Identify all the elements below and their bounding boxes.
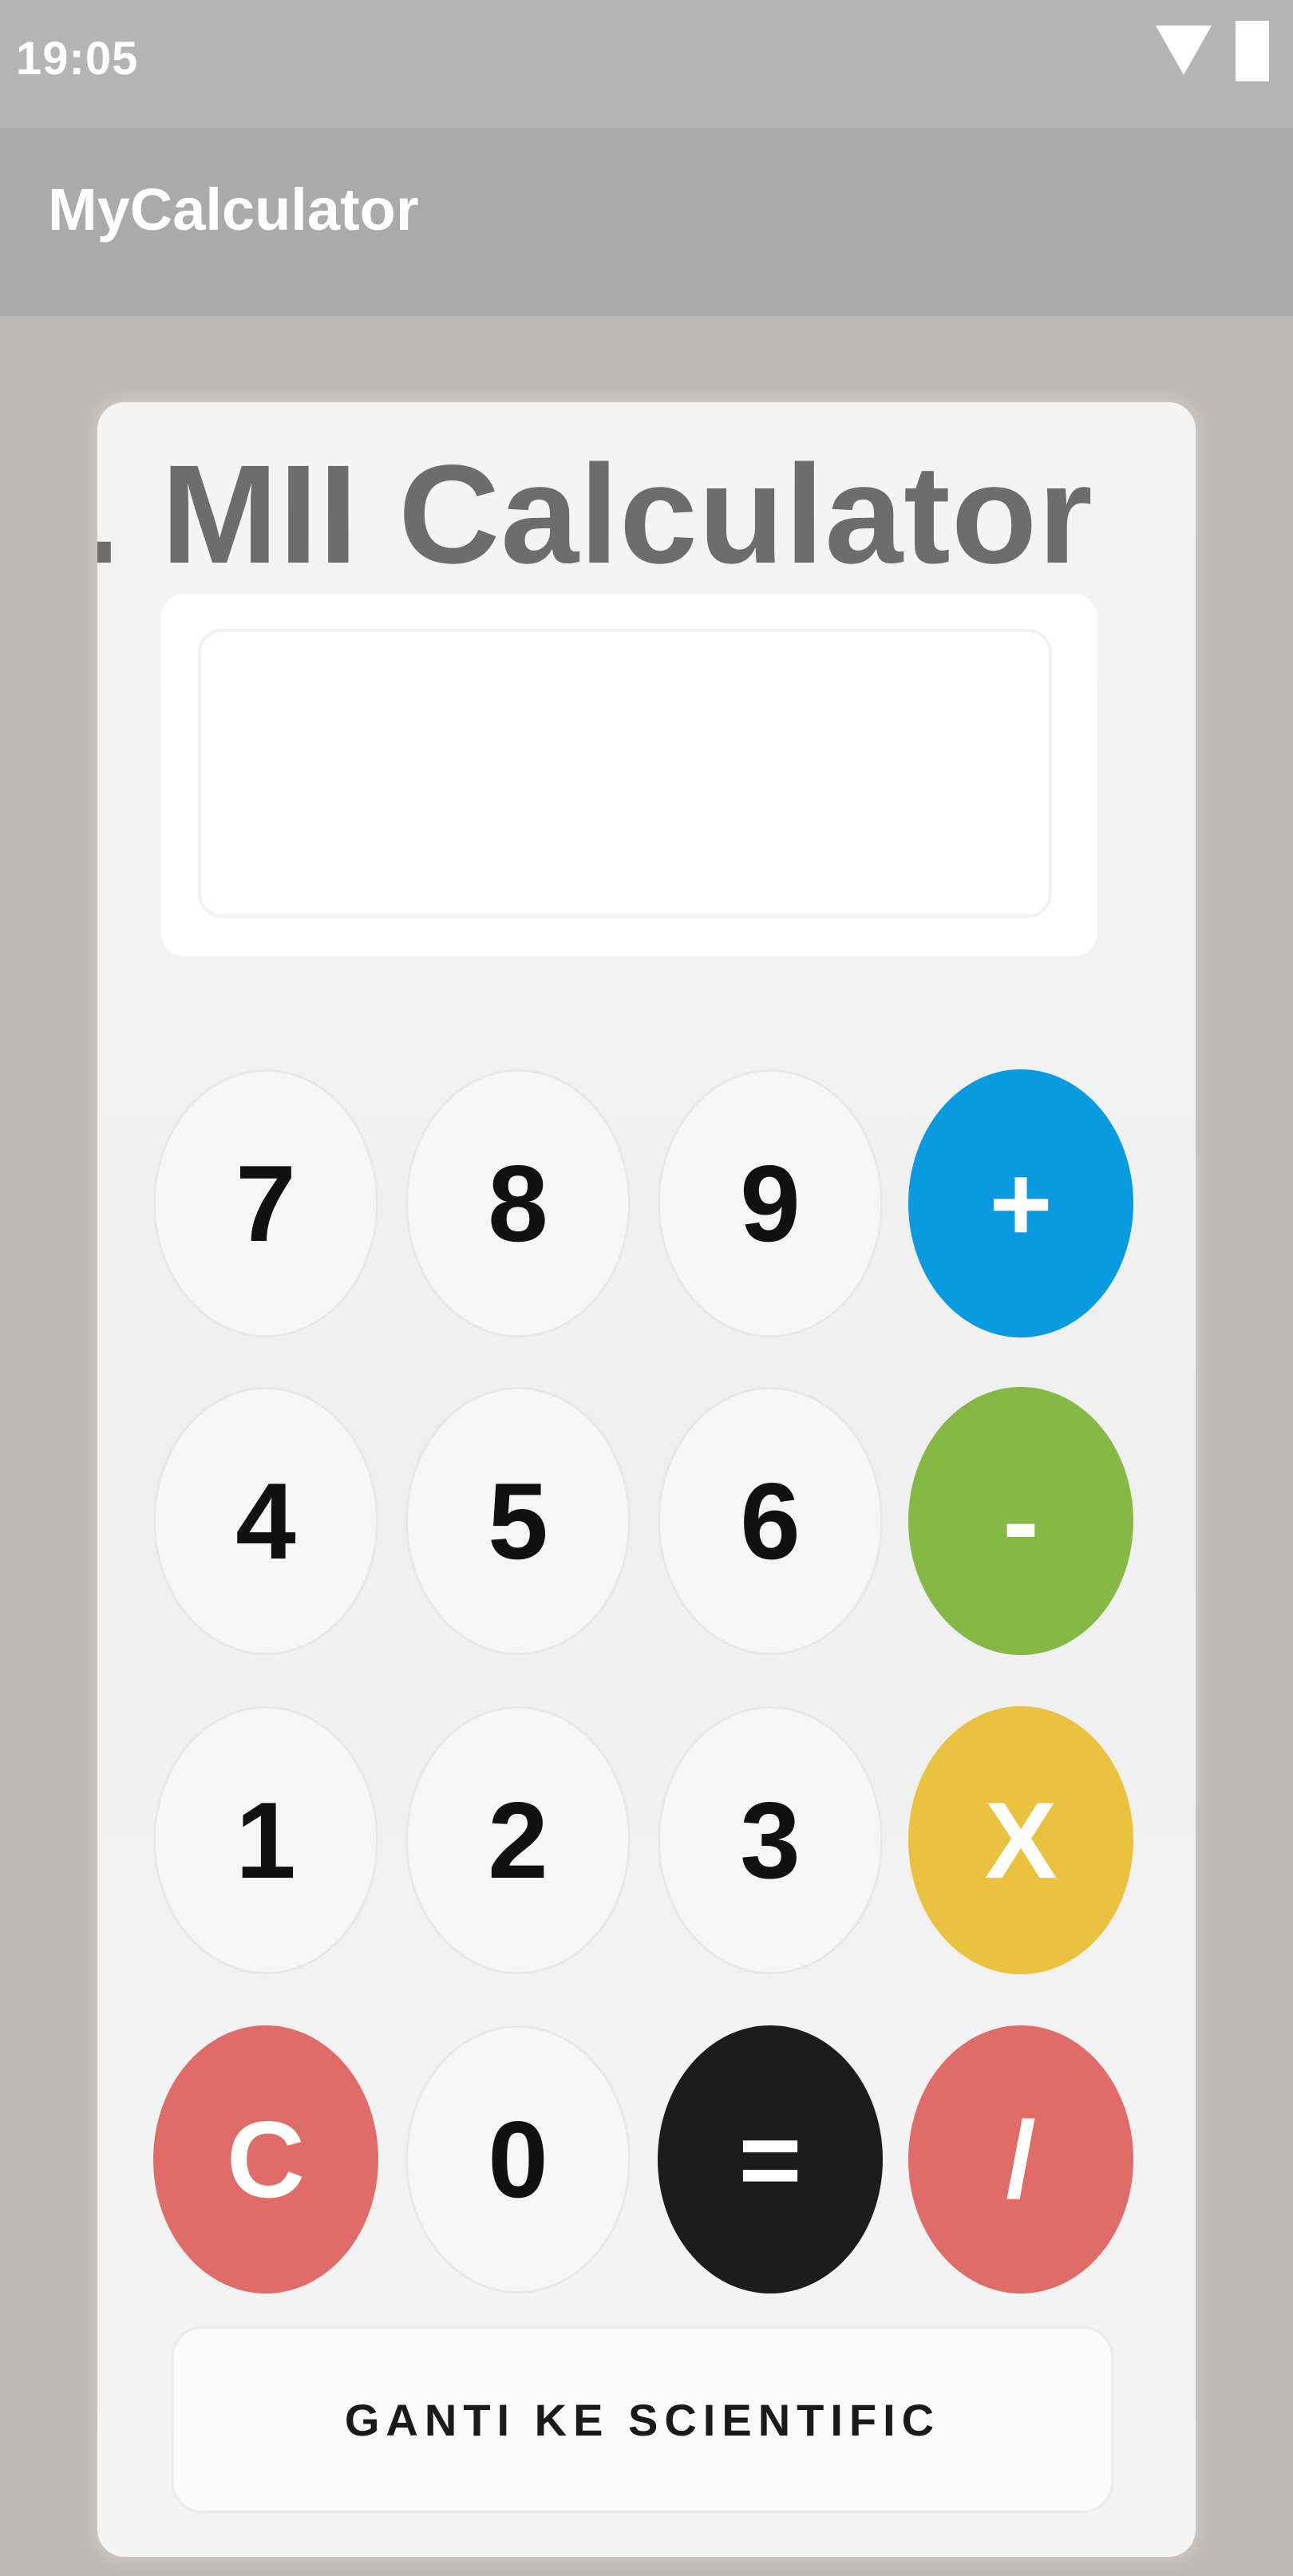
status-time: 19:05 — [16, 33, 139, 85]
wifi-icon — [1156, 26, 1212, 75]
divide-button[interactable]: / — [908, 2025, 1133, 2294]
result-display — [198, 629, 1052, 918]
plus-button[interactable]: + — [908, 1069, 1133, 1337]
minus-button[interactable]: - — [908, 1387, 1133, 1655]
key-9-button[interactable]: 9 — [658, 1069, 883, 1337]
calculator-card: . MII Calculator 7 8 9 + 4 5 6 - 1 2 3 X… — [97, 402, 1196, 2557]
clear-button[interactable]: C — [153, 2025, 378, 2294]
status-bar: 19:05 — [0, 0, 1293, 128]
app-title: MyCalculator — [48, 176, 419, 243]
display-panel — [161, 594, 1097, 956]
key-7-button[interactable]: 7 — [153, 1069, 378, 1337]
calculator-heading: . MII Calculator — [97, 437, 1093, 593]
key-1-button[interactable]: 1 — [153, 1706, 378, 1974]
key-3-button[interactable]: 3 — [658, 1706, 883, 1974]
switch-to-scientific-button[interactable]: GANTI KE SCIENTIFIC — [171, 2325, 1114, 2514]
battery-icon — [1236, 21, 1269, 81]
key-4-button[interactable]: 4 — [153, 1387, 378, 1655]
equals-button[interactable]: = — [658, 2025, 883, 2294]
key-0-button[interactable]: 0 — [405, 2025, 631, 2294]
key-2-button[interactable]: 2 — [405, 1706, 631, 1974]
key-5-button[interactable]: 5 — [405, 1387, 631, 1655]
multiply-button[interactable]: X — [908, 1706, 1133, 1974]
key-8-button[interactable]: 8 — [405, 1069, 631, 1337]
key-6-button[interactable]: 6 — [658, 1387, 883, 1655]
app-bar: MyCalculator — [0, 128, 1293, 316]
